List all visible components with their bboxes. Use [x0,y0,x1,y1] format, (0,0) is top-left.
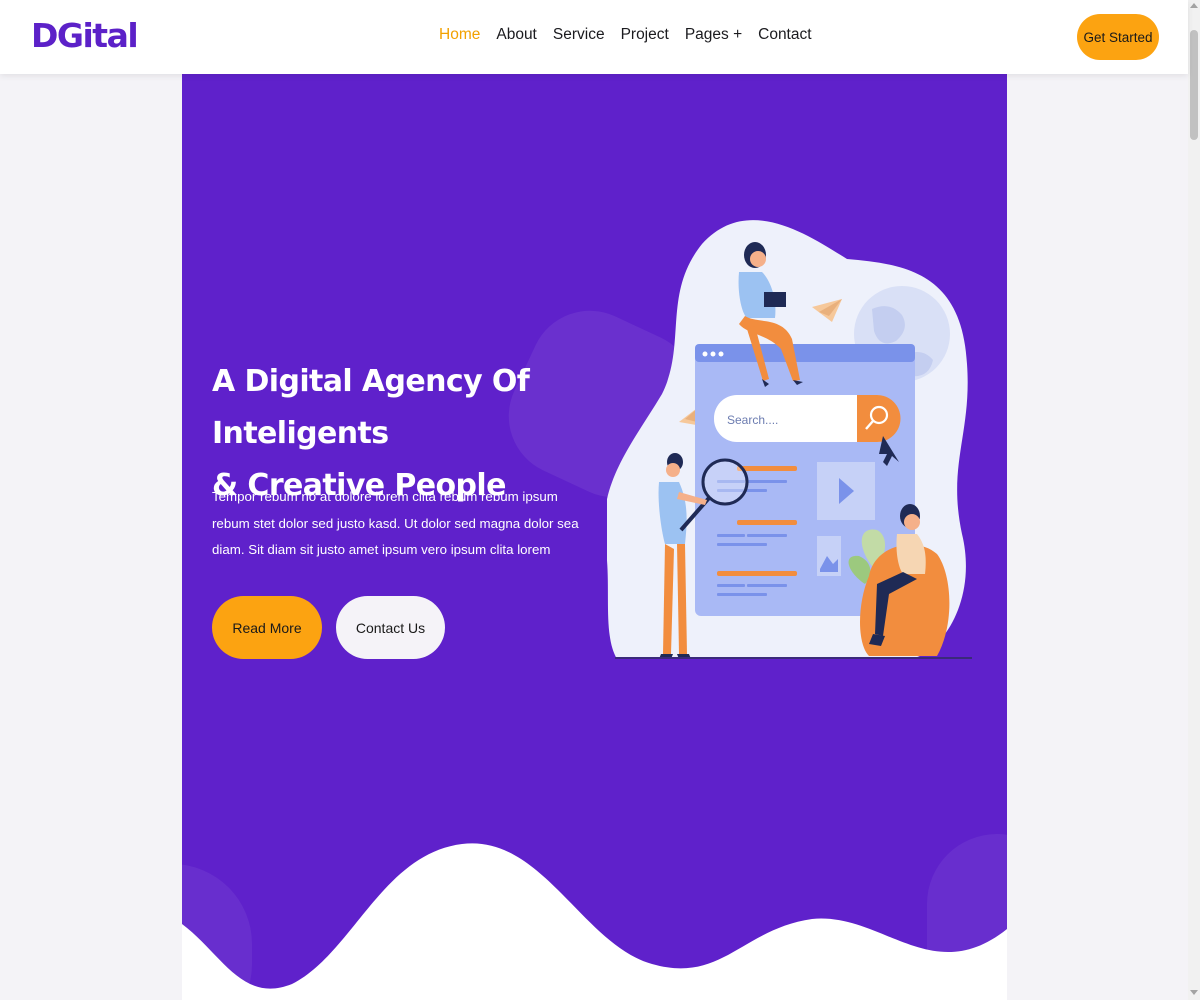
contact-us-button[interactable]: Contact Us [336,596,445,659]
scroll-down-arrow-icon[interactable] [1190,990,1198,995]
navbar: DGital Home About Service Project Pages … [0,0,1188,74]
main-nav: Home About Service Project Pages + Conta… [439,26,812,44]
illustration-search-placeholder: Search.... [727,413,778,427]
nav-link-project[interactable]: Project [621,26,669,44]
nav-link-about[interactable]: About [496,26,537,44]
nav-link-home[interactable]: Home [439,26,480,44]
laptop-icon [764,292,786,307]
hero-description: Tempor rebum no at dolore lorem clita re… [212,489,579,557]
hero-title-line-1: A Digital Agency Of Inteligents [212,364,530,451]
logo[interactable]: DGital [31,16,139,55]
get-started-button[interactable]: Get Started [1077,14,1159,60]
window-dot [702,351,708,357]
window-dot [718,351,724,357]
nav-link-service[interactable]: Service [553,26,605,44]
read-more-button[interactable]: Read More [212,596,322,659]
page-scrollbar[interactable] [1188,0,1200,1000]
nav-link-pages-dropdown[interactable]: Pages + [685,26,742,44]
hero-illustration: Search.... [607,220,972,659]
hero-section: A Digital Agency Of Inteligents & Creati… [182,74,1007,1000]
nav-link-contact[interactable]: Contact [758,26,811,44]
hero-bottom-wave [182,843,1007,1000]
scroll-up-arrow-icon[interactable] [1190,3,1198,8]
window-dot [710,351,716,357]
scroll-thumb[interactable] [1190,30,1198,140]
